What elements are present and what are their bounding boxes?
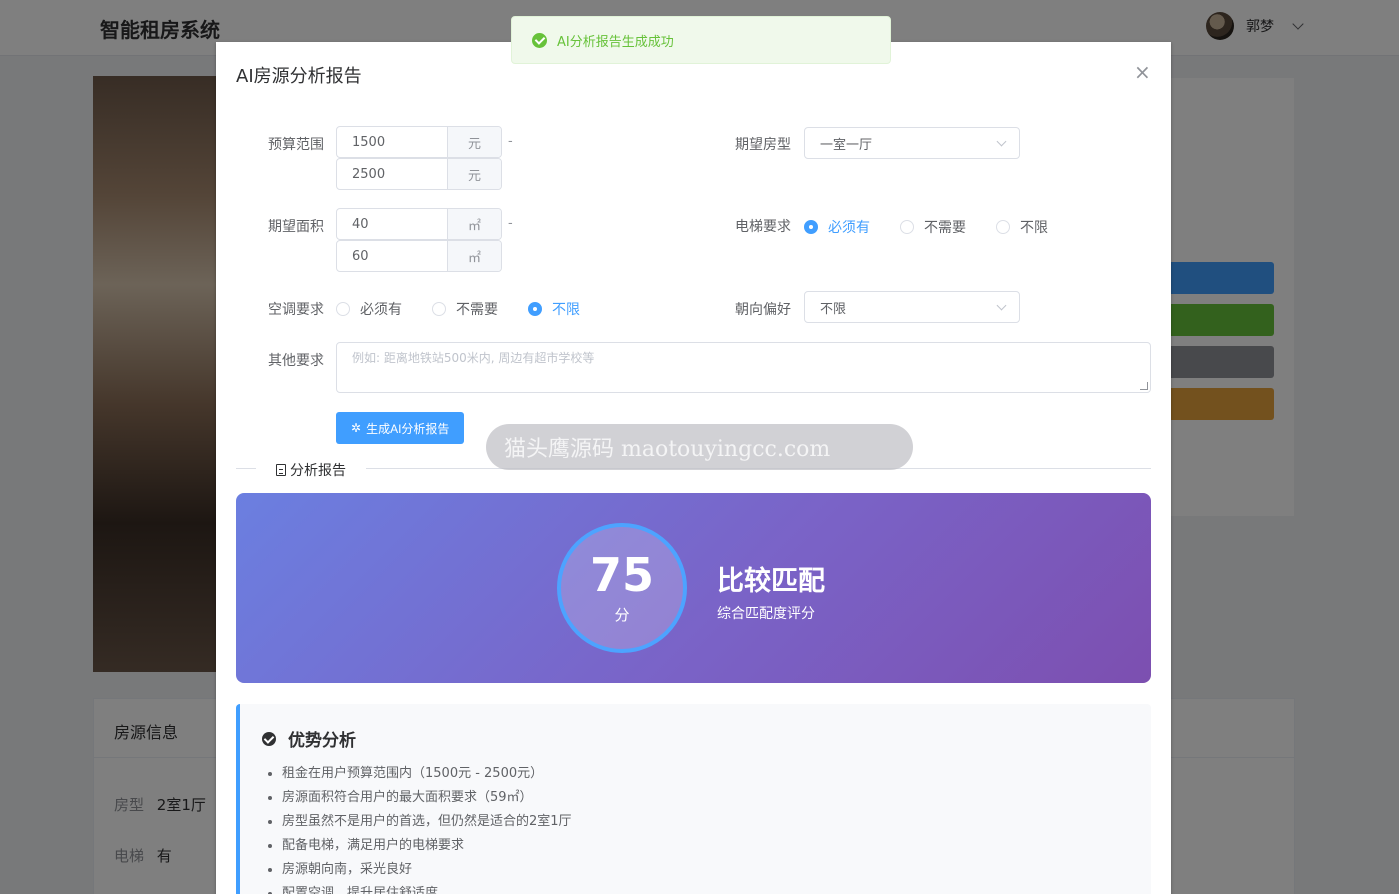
area-label: 期望面积 (268, 219, 324, 235)
budget-min-input[interactable]: 1500 元 (336, 126, 502, 158)
report-divider-label: 分析报告 (256, 460, 366, 480)
list-item: 配备电梯，满足用户的电梯要求 (282, 834, 572, 858)
area-max-input[interactable]: 60 ㎡ (336, 240, 502, 272)
resize-handle[interactable] (1140, 382, 1148, 390)
ac-label: 空调要求 (268, 302, 324, 318)
radio-label[interactable]: 不限 (552, 299, 580, 319)
score-value: 75 (589, 547, 654, 602)
area-separator: - (508, 216, 513, 231)
budget-unit: 元 (447, 159, 501, 189)
radio-dot[interactable] (336, 302, 350, 316)
score-unit: 分 (614, 605, 630, 624)
other-label: 其他要求 (268, 353, 324, 369)
advantages-title: 优势分析 (262, 726, 356, 751)
elevator-radio-group: 必须有 不需要 不限 (804, 217, 1078, 237)
success-toast: AI分析报告生成成功 (511, 16, 891, 64)
area-max-value[interactable]: 60 (337, 249, 447, 264)
radio-dot[interactable] (900, 220, 914, 234)
generate-button-label[interactable]: 生成AI分析报告 (366, 420, 449, 437)
room-type-select[interactable]: 一室一厅 (804, 127, 1020, 159)
radio-dot[interactable] (996, 220, 1010, 234)
area-unit: ㎡ (447, 241, 501, 271)
budget-label: 预算范围 (268, 137, 324, 153)
elevator-option-required[interactable]: 必须有 (804, 217, 870, 237)
list-item: 房型虽然不是用户的首选，但仍然是适合的2室1厅 (282, 810, 572, 834)
divider-text: 分析报告 (290, 463, 346, 479)
budget-min-value[interactable]: 1500 (337, 135, 447, 150)
list-item: 房源面积符合用户的最大面积要求（59㎡） (282, 786, 572, 810)
orientation-label: 朝向偏好 (735, 302, 791, 318)
radio-label[interactable]: 不需要 (456, 299, 498, 319)
success-check-icon (532, 32, 547, 48)
area-min-value[interactable]: 40 (337, 217, 447, 232)
budget-separator: - (508, 134, 513, 149)
area-min-input[interactable]: 40 ㎡ (336, 208, 502, 240)
dialog-title: AI房源分析报告 (236, 66, 362, 87)
elevator-option-any[interactable]: 不限 (996, 217, 1048, 237)
match-level: 比较匹配 (717, 566, 825, 597)
budget-unit: 元 (447, 127, 501, 157)
document-icon (276, 464, 286, 476)
generate-report-button[interactable]: ✲ 生成AI分析报告 (336, 412, 465, 444)
area-unit: ㎡ (447, 209, 501, 239)
radio-dot[interactable] (528, 302, 542, 316)
ac-radio-group: 必须有 不需要 不限 (336, 299, 610, 319)
room-type-label: 期望房型 (735, 137, 791, 153)
radio-label[interactable]: 必须有 (828, 217, 870, 237)
radio-dot[interactable] (804, 220, 818, 234)
advantages-section: 优势分析 租金在用户预算范围内（1500元 - 2500元） 房源面积符合用户的… (236, 704, 1151, 894)
radio-dot[interactable] (432, 302, 446, 316)
sparkle-icon: ✲ (351, 421, 362, 435)
toast-message: AI分析报告生成成功 (557, 34, 674, 50)
score-card: 75 分 比较匹配 综合匹配度评分 (236, 493, 1151, 683)
room-type-value[interactable]: 一室一厅 (820, 134, 872, 153)
list-item: 租金在用户预算范围内（1500元 - 2500元） (282, 762, 572, 786)
advantages-title-text: 优势分析 (288, 731, 356, 751)
budget-max-input[interactable]: 2500 元 (336, 158, 502, 190)
watermark: 猫头鹰源码 maotouyingcc.com (486, 424, 913, 470)
check-circle-icon (262, 731, 276, 746)
ac-option-not-needed[interactable]: 不需要 (432, 299, 498, 319)
radio-label[interactable]: 必须有 (360, 299, 402, 319)
elevator-option-not-needed[interactable]: 不需要 (900, 217, 966, 237)
radio-label[interactable]: 不需要 (924, 217, 966, 237)
radio-label[interactable]: 不限 (1020, 217, 1048, 237)
ac-option-any[interactable]: 不限 (528, 299, 580, 319)
budget-max-value[interactable]: 2500 (337, 167, 447, 182)
score-ring: 75 分 (557, 523, 687, 653)
orientation-select[interactable]: 不限 (804, 291, 1020, 323)
advantages-list: 租金在用户预算范围内（1500元 - 2500元） 房源面积符合用户的最大面积要… (282, 762, 572, 894)
textarea-placeholder[interactable]: 例如: 距离地铁站500米内, 周边有超市学校等 (352, 351, 594, 365)
list-item: 配置空调，提升居住舒适度 (282, 882, 572, 894)
other-requirements-textarea[interactable]: 例如: 距离地铁站500米内, 周边有超市学校等 (336, 342, 1151, 393)
elevator-label: 电梯要求 (735, 219, 791, 235)
ac-option-required[interactable]: 必须有 (336, 299, 402, 319)
close-icon[interactable]: × (1134, 60, 1151, 84)
chevron-down-icon[interactable] (996, 300, 1007, 311)
orientation-value[interactable]: 不限 (820, 298, 846, 317)
match-level-subtitle: 综合匹配度评分 (717, 606, 815, 622)
list-item: 房源朝向南，采光良好 (282, 858, 572, 882)
chevron-down-icon[interactable] (996, 136, 1007, 147)
